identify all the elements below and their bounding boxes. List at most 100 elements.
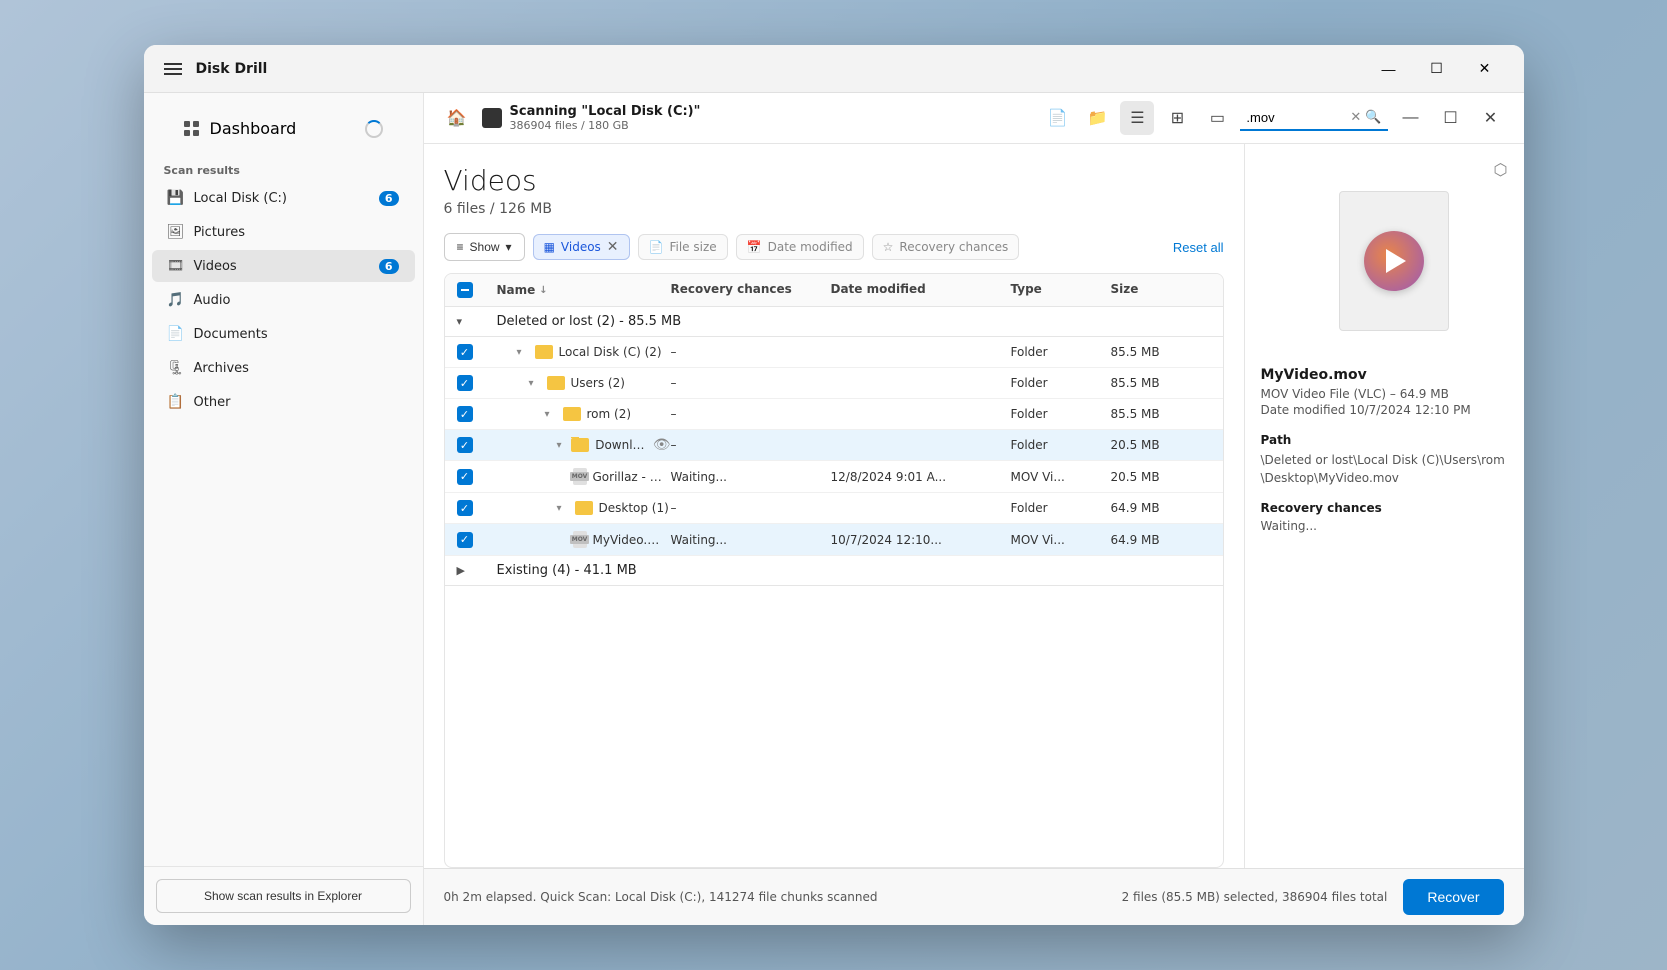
- scan-results-label: Scan results: [144, 156, 423, 181]
- col-recovery-header[interactable]: Recovery chances: [671, 282, 831, 298]
- date-modified-filter[interactable]: 📅 Date modified: [736, 234, 864, 260]
- deleted-section-header[interactable]: ▾ Deleted or lost (2) - 85.5 MB: [445, 307, 1223, 337]
- row-checkbox-control[interactable]: ✓: [457, 532, 473, 548]
- recover-button[interactable]: Recover: [1403, 879, 1503, 915]
- pictures-icon: 🖼: [168, 224, 184, 240]
- sidebar-item-other[interactable]: 📋 Other: [152, 386, 415, 418]
- grid-view-button[interactable]: ⊞: [1160, 101, 1194, 135]
- videos-filter-chip[interactable]: ▦ Videos ✕: [533, 234, 630, 260]
- show-scan-results-button[interactable]: Show scan results in Explorer: [156, 879, 411, 913]
- detail-meta2: Date modified 10/7/2024 12:10 PM: [1261, 403, 1508, 417]
- preview-paper: [1339, 191, 1449, 331]
- list-view-button[interactable]: ☰: [1120, 101, 1154, 135]
- row-name-cell: ▾ Users (2): [497, 376, 671, 390]
- row-name: Users (2): [571, 376, 625, 390]
- main-layout: Dashboard Scan results 💾 Local Disk (C:)…: [144, 93, 1524, 925]
- file-preview: [1261, 191, 1508, 351]
- existing-section-label: Existing (4) - 41.1 MB: [497, 563, 1211, 578]
- row-checkbox[interactable]: ✓: [457, 344, 497, 360]
- row-checkbox[interactable]: ✓: [457, 406, 497, 422]
- open-folder-button[interactable]: 📁: [1080, 101, 1114, 135]
- col-size-header[interactable]: Size: [1111, 282, 1211, 298]
- row-checkbox-control[interactable]: ✓: [457, 500, 473, 516]
- row-name-cell: ▾ Local Disk (C) (2): [497, 345, 671, 359]
- hamburger-menu-icon[interactable]: [160, 59, 186, 79]
- row-type: Folder: [1011, 501, 1111, 515]
- remove-videos-filter-button[interactable]: ✕: [607, 240, 619, 254]
- close-button[interactable]: ✕: [1462, 53, 1508, 85]
- table-row: ✓ ▾ Download... 👁 – Folder 20.5: [445, 430, 1223, 461]
- clear-search-icon[interactable]: ✕: [1350, 110, 1361, 125]
- expand-existing-icon[interactable]: ▶: [457, 564, 497, 577]
- file-size-icon: 📄: [649, 240, 664, 254]
- existing-section-header[interactable]: ▶ Existing (4) - 41.1 MB: [445, 556, 1223, 586]
- sidebar: Dashboard Scan results 💾 Local Disk (C:)…: [144, 93, 424, 925]
- expand-icon[interactable]: ▾: [545, 409, 557, 420]
- play-button-icon[interactable]: [1364, 231, 1424, 291]
- row-checkbox-control[interactable]: ✓: [457, 406, 473, 422]
- row-checkbox[interactable]: ✓: [457, 375, 497, 391]
- select-all-checkbox-control[interactable]: [457, 282, 473, 298]
- file-icon: MOV: [573, 531, 587, 548]
- show-filter-button[interactable]: ≡ Show ▾: [444, 233, 525, 261]
- recovery-chances-filter[interactable]: ☆ Recovery chances: [872, 234, 1020, 260]
- sidebar-item-documents[interactable]: 📄 Documents: [152, 318, 415, 350]
- expand-icon[interactable]: ▾: [557, 440, 566, 451]
- minimize-window-button[interactable]: —: [1394, 101, 1428, 135]
- minimize-button[interactable]: —: [1366, 53, 1412, 85]
- sidebar-item-dashboard[interactable]: Dashboard: [168, 111, 399, 146]
- row-checkbox[interactable]: ✓: [457, 532, 497, 548]
- path-label: Path: [1261, 433, 1508, 447]
- reset-all-button[interactable]: Reset all: [1173, 240, 1224, 255]
- sidebar-item-local-disk[interactable]: 💾 Local Disk (C:) 6: [152, 182, 415, 214]
- maximize-button[interactable]: ☐: [1414, 53, 1460, 85]
- col-type-header[interactable]: Type: [1011, 282, 1111, 298]
- row-checkbox-control[interactable]: ✓: [457, 375, 473, 391]
- maximize-window-button[interactable]: ☐: [1434, 101, 1468, 135]
- row-name: Desktop (1): [599, 501, 669, 515]
- row-checkbox-control[interactable]: ✓: [457, 344, 473, 360]
- home-button[interactable]: 🏠: [440, 101, 474, 135]
- stop-scan-button[interactable]: [482, 108, 502, 128]
- row-size: 85.5 MB: [1111, 376, 1211, 390]
- select-all-checkbox[interactable]: [457, 282, 497, 298]
- table-row[interactable]: ✓ MOV MyVideo.mov Waiting... 10/7/2024 1…: [445, 524, 1223, 556]
- sort-arrow-icon: ↓: [539, 285, 547, 296]
- search-input[interactable]: [1246, 110, 1346, 125]
- row-checkbox[interactable]: ✓: [457, 437, 497, 453]
- sidebar-item-archives[interactable]: 🗜 Archives: [152, 352, 415, 384]
- row-checkbox[interactable]: ✓: [457, 469, 497, 485]
- preview-eye-icon[interactable]: 👁: [653, 437, 671, 453]
- row-name-cell: ▾ Download... 👁: [497, 437, 671, 453]
- expand-icon[interactable]: ▾: [529, 378, 541, 389]
- new-file-button[interactable]: 📄: [1040, 101, 1074, 135]
- collapse-deleted-icon[interactable]: ▾: [457, 315, 497, 328]
- col-date-label: Date modified: [831, 282, 926, 296]
- search-icon[interactable]: 🔍: [1365, 110, 1381, 125]
- col-name-header[interactable]: Name ↓: [497, 282, 671, 298]
- file-icon: MOV: [573, 468, 587, 485]
- star-icon: ☆: [883, 240, 894, 254]
- preview-button[interactable]: ▭: [1200, 101, 1234, 135]
- expand-icon[interactable]: ▾: [517, 347, 529, 358]
- sidebar-item-videos[interactable]: 🎞 Videos 6: [152, 250, 415, 282]
- preview-container: [1319, 191, 1449, 351]
- folder-icon: [535, 345, 553, 359]
- recovery-chances-label: Recovery chances: [1261, 501, 1508, 515]
- sidebar-item-audio[interactable]: 🎵 Audio: [152, 284, 415, 316]
- table-row: ✓ ▾ rom (2) – Folder 85.5 MB: [445, 399, 1223, 430]
- filter-bar: ≡ Show ▾ ▦ Videos ✕ 📄 File size: [444, 233, 1224, 261]
- row-name: MyVideo.mov: [593, 533, 671, 547]
- row-name-cell: MOV Gorillaz - On...: [497, 468, 671, 485]
- col-date-header[interactable]: Date modified: [831, 282, 1011, 298]
- sidebar-item-pictures[interactable]: 🖼 Pictures: [152, 216, 415, 248]
- expand-icon[interactable]: ▾: [557, 503, 569, 514]
- row-checkbox-control[interactable]: ✓: [457, 469, 473, 485]
- row-checkbox-control[interactable]: ✓: [457, 437, 473, 453]
- row-checkbox[interactable]: ✓: [457, 500, 497, 516]
- external-link-icon[interactable]: ⬡: [1494, 160, 1508, 179]
- col-recovery-label: Recovery chances: [671, 282, 792, 296]
- close-window-button[interactable]: ✕: [1474, 101, 1508, 135]
- row-name-cell: ▾ rom (2): [497, 407, 671, 421]
- file-size-filter[interactable]: 📄 File size: [638, 234, 728, 260]
